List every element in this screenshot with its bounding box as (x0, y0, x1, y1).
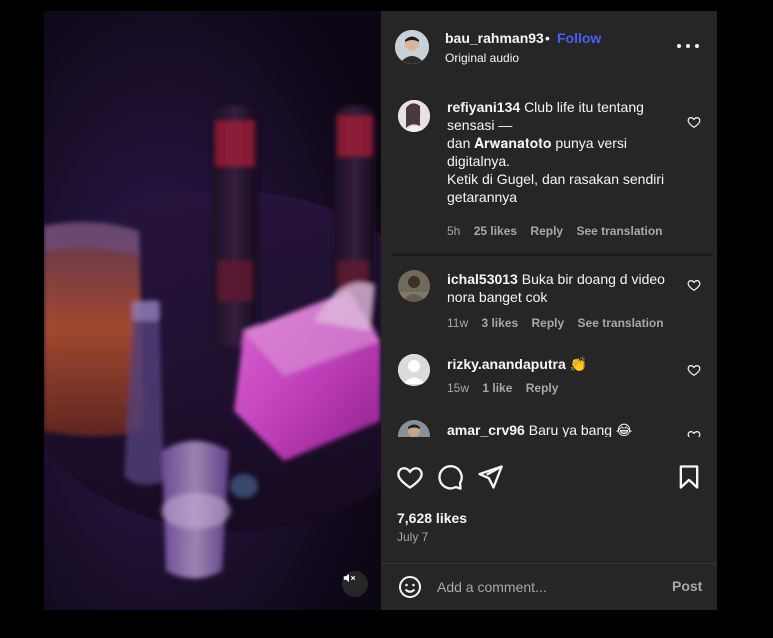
heart-icon[interactable] (687, 363, 701, 377)
comment-meta: 11w 3 likes Reply See translation (447, 316, 674, 330)
avatar[interactable] (398, 420, 430, 437)
comment-text-line: dan 𝐀𝐫𝐰𝐚𝐧𝐚𝐭𝐨𝐭𝐨 punya versi (447, 135, 627, 151)
add-comment-bar: Post (381, 563, 717, 610)
comment-username[interactable]: amar_crv96 (447, 422, 525, 437)
likes-count[interactable]: 7,628 likes (397, 510, 467, 526)
post-date[interactable]: July 7 (397, 530, 428, 544)
see-translation-button[interactable]: See translation (578, 316, 664, 330)
follow-button[interactable]: Follow (557, 30, 601, 46)
reply-button[interactable]: Reply (532, 316, 565, 330)
separator-dot: • (545, 30, 550, 46)
heart-icon[interactable] (687, 115, 701, 129)
comment-item: amar_crv96 Baru ya bang 😂 (381, 409, 717, 437)
heart-icon[interactable] (687, 278, 701, 292)
comment-time[interactable]: 5h (447, 224, 460, 238)
comment-text-line: getarannya (447, 189, 518, 205)
avatar[interactable] (398, 270, 430, 302)
comment-meta: 15w 1 like Reply (447, 381, 568, 395)
comment-username[interactable]: rizky.anandaputra (447, 356, 566, 372)
comment-text-line: nora banget cok (447, 289, 548, 305)
comment-body: amar_crv96 Baru ya bang 😂 (447, 421, 665, 437)
post-author-username[interactable]: bau_rahman93 (445, 30, 544, 46)
see-translation-button[interactable]: See translation (576, 224, 662, 238)
video-media[interactable] (44, 11, 381, 610)
post-side-panel: bau_rahman93 • Follow Original audio ref… (381, 11, 717, 610)
comment-meta: 5h 25 likes Reply See translation (447, 224, 672, 238)
comment-item: rizky.anandaputra 👏 15w 1 like Reply (381, 343, 717, 403)
comment-item: ichal53013 Buka bir doang d video nora b… (381, 260, 717, 330)
comment-likes[interactable]: 3 likes (481, 316, 518, 330)
reply-button[interactable]: Reply (530, 224, 563, 238)
post-header: bau_rahman93 • Follow Original audio (381, 11, 717, 82)
heart-icon[interactable] (396, 463, 424, 491)
more-options-button[interactable] (677, 38, 699, 54)
comment-time[interactable]: 11w (447, 316, 468, 330)
post-comment-button[interactable]: Post (672, 578, 702, 594)
audio-label[interactable]: Original audio (445, 51, 519, 65)
comment-item: refiyani134 Club life itu tentang sensas… (381, 98, 717, 248)
comment-body: rizky.anandaputra 👏 (447, 355, 665, 373)
comments-list[interactable]: refiyani134 Club life itu tentang sensas… (381, 91, 717, 437)
comment-body: ichal53013 Buka bir doang d video nora b… (447, 270, 665, 306)
avatar[interactable] (398, 354, 430, 386)
mute-button[interactable] (342, 571, 368, 597)
comment-body: refiyani134 Club life itu tentang sensas… (447, 98, 665, 206)
comment-username[interactable]: refiyani134 (447, 99, 520, 115)
heart-icon[interactable] (687, 429, 701, 437)
comment-time[interactable]: 15w (447, 381, 469, 395)
emoji-icon[interactable] (398, 575, 422, 599)
comment-username[interactable]: ichal53013 (447, 271, 518, 287)
reply-button[interactable]: Reply (526, 381, 559, 395)
send-icon[interactable] (476, 463, 504, 491)
comment-likes[interactable]: 25 likes (474, 224, 517, 238)
comment-divider (391, 253, 713, 256)
comment-text-line: Buka bir doang d video (521, 271, 665, 287)
speaker-muted-icon (343, 573, 356, 583)
bookmark-icon[interactable] (675, 463, 703, 491)
post-modal: bau_rahman93 • Follow Original audio ref… (44, 11, 717, 610)
comment-text-line: sensasi — (447, 117, 513, 133)
comment-text-line: digitalnya. (447, 153, 511, 169)
post-action-bar (381, 463, 717, 499)
video-frame (44, 11, 381, 610)
comment-text-line: Club life itu tentang (524, 99, 644, 115)
avatar[interactable] (398, 100, 430, 132)
more-horizontal-icon (677, 44, 681, 48)
comment-input[interactable] (437, 576, 657, 598)
comment-text: Baru ya bang 😂 (528, 422, 633, 437)
comment-text: 👏 (569, 356, 588, 372)
comment-likes[interactable]: 1 like (482, 381, 512, 395)
comment-text-line: Ketik di Gugel, dan rasakan sendiri (447, 171, 665, 187)
comment-icon[interactable] (436, 463, 464, 491)
avatar[interactable] (395, 30, 429, 64)
